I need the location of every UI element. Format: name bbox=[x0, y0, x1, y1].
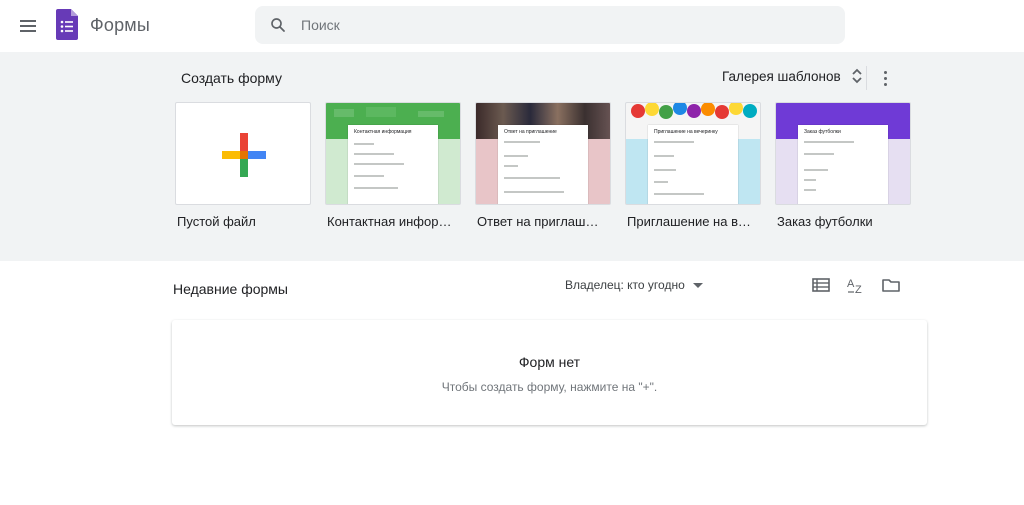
template-thumbnail: Приглашение на вечеринку bbox=[625, 102, 761, 205]
template-card-label: Пустой файл bbox=[177, 214, 256, 229]
template-thumbnail: Заказ футболки bbox=[775, 102, 911, 205]
empty-state-subtitle: Чтобы создать форму, нажмите на "+". bbox=[441, 380, 658, 394]
plus-icon bbox=[222, 133, 266, 177]
recent-forms-heading: Недавние формы bbox=[173, 281, 288, 297]
template-card-label: Ответ на приглашение bbox=[477, 214, 605, 229]
main-menu-button[interactable] bbox=[14, 12, 42, 40]
app-header: Формы bbox=[0, 0, 1024, 52]
template-thumbnail bbox=[175, 102, 311, 205]
template-card-rsvp[interactable]: Ответ на приглашение Ответ на приглашени… bbox=[475, 102, 611, 229]
list-view-icon[interactable] bbox=[810, 274, 832, 296]
template-card-label: Заказ футболки bbox=[777, 214, 873, 229]
template-card-contact-info[interactable]: Контактная информация Контактная информа… bbox=[325, 102, 461, 229]
empty-state-title: Форм нет bbox=[518, 354, 581, 370]
search-input[interactable] bbox=[301, 6, 821, 44]
more-vert-icon bbox=[883, 70, 887, 74]
template-thumbnail: Контактная информация bbox=[325, 102, 461, 205]
mini-form-preview: Ответ на приглашение bbox=[498, 125, 588, 204]
toolbar-divider bbox=[866, 66, 867, 90]
folder-icon[interactable] bbox=[880, 274, 902, 296]
mini-form-preview: Приглашение на вечеринку bbox=[648, 125, 738, 204]
svg-text:A: A bbox=[847, 278, 855, 290]
search-icon[interactable] bbox=[269, 16, 287, 34]
app-title[interactable]: Формы bbox=[90, 15, 150, 36]
template-card-label: Приглашение на вечеринку bbox=[627, 214, 755, 229]
owner-filter-dropdown[interactable]: Владелец: кто угодно bbox=[565, 278, 703, 292]
template-gallery-label: Галерея шаблонов bbox=[722, 68, 841, 84]
hamburger-icon bbox=[20, 20, 36, 22]
sort-az-icon[interactable]: A Z bbox=[845, 274, 867, 296]
more-options-button[interactable] bbox=[876, 66, 894, 90]
svg-text:Z: Z bbox=[855, 284, 862, 296]
dropdown-arrow-icon bbox=[692, 283, 703, 288]
search-bar[interactable] bbox=[255, 6, 845, 44]
template-card-tshirt-order[interactable]: Заказ футболки Заказ футболки bbox=[775, 102, 911, 229]
mini-form-preview: Заказ футболки bbox=[798, 125, 888, 204]
mini-form-preview: Контактная информация bbox=[348, 125, 438, 204]
template-card-blank[interactable]: Пустой файл bbox=[175, 102, 311, 229]
create-form-heading: Создать форму bbox=[181, 70, 282, 86]
empty-state-card: Форм нет Чтобы создать форму, нажмите на… bbox=[172, 320, 927, 425]
template-card-party-invite[interactable]: Приглашение на вечеринку Приглашение на … bbox=[625, 102, 761, 229]
forms-logo-icon[interactable] bbox=[56, 9, 78, 40]
unfold-icon bbox=[852, 68, 862, 84]
template-card-label: Контактная информация bbox=[327, 214, 455, 229]
template-gallery-button[interactable]: Галерея шаблонов bbox=[722, 68, 863, 84]
template-thumbnail: Ответ на приглашение bbox=[475, 102, 611, 205]
template-gallery-section: Создать форму Галерея шаблонов Пустой фа… bbox=[0, 52, 1024, 261]
owner-filter-label: Владелец: кто угодно bbox=[565, 278, 685, 292]
